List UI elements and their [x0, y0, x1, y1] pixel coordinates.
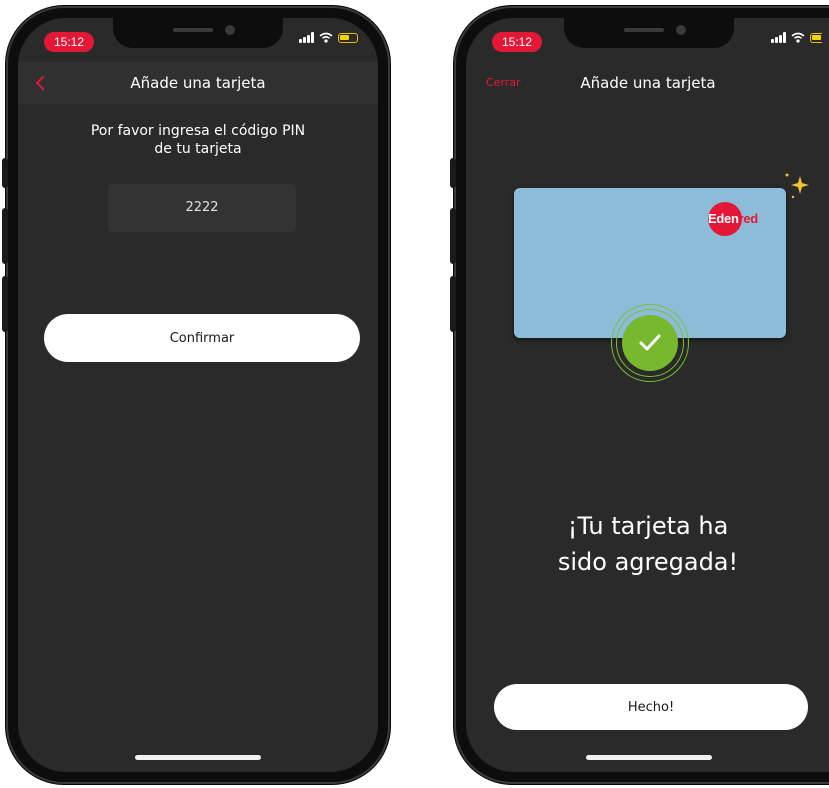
check-icon: [639, 334, 661, 351]
page-title: Añade una tarjeta: [580, 74, 716, 92]
sparkle-icon: [785, 173, 809, 199]
pin-input[interactable]: 2222: [108, 184, 296, 232]
phone-frame-left: 15:12 Añade una tarjeta Por favor ingres…: [2, 6, 390, 784]
nav-bar: Cerrar Añade una tarjeta: [466, 62, 829, 104]
confirm-button[interactable]: Confirmar: [44, 314, 360, 362]
pin-prompt-line-2: de tu tarjeta: [154, 141, 242, 157]
nav-bar: Añade una tarjeta: [18, 62, 378, 104]
camera: [676, 25, 686, 35]
side-button: [2, 208, 8, 264]
screen-pin-entry: 15:12 Añade una tarjeta Por favor ingres…: [18, 18, 378, 772]
success-check: [611, 304, 689, 382]
status-time: 15:12: [492, 32, 543, 52]
status-time: 15:12: [44, 32, 95, 52]
speaker: [624, 28, 664, 32]
home-indicator: [586, 755, 712, 760]
battery-icon: [338, 32, 358, 43]
battery-icon: [810, 32, 822, 43]
wifi-icon: [319, 32, 333, 43]
pin-prompt: Por favor ingresa el código PIN de tu ta…: [38, 122, 358, 158]
home-indicator: [135, 755, 261, 760]
screen-card-added: 15:12 Cerrar Añade una tarjeta Edenred ¡…: [466, 18, 829, 772]
logo-text: Edenred: [708, 211, 758, 226]
camera: [225, 25, 235, 35]
signal-icon: [299, 32, 314, 43]
side-button: [2, 276, 8, 332]
success-line-1: ¡Tu tarjeta ha: [567, 512, 729, 540]
notch: [564, 18, 734, 48]
wifi-icon: [791, 32, 805, 43]
speaker: [173, 28, 213, 32]
done-button[interactable]: Hecho!: [494, 684, 808, 730]
status-icons: [771, 32, 822, 43]
pin-prompt-line-1: Por favor ingresa el código PIN: [90, 123, 306, 139]
notch: [113, 18, 283, 48]
page-title: Añade una tarjeta: [130, 74, 266, 92]
success-message: ¡Tu tarjeta ha sido agregada!: [466, 508, 829, 580]
side-button: [450, 276, 456, 332]
side-button: [450, 208, 456, 264]
signal-icon: [771, 32, 786, 43]
success-line-2: sido agregada!: [557, 548, 739, 576]
side-button: [450, 158, 456, 188]
phone-frame-right: 15:12 Cerrar Añade una tarjeta Edenred ¡…: [450, 6, 829, 784]
edenred-logo: Edenred: [708, 202, 770, 238]
status-icons: [299, 32, 358, 43]
side-button: [2, 158, 8, 188]
